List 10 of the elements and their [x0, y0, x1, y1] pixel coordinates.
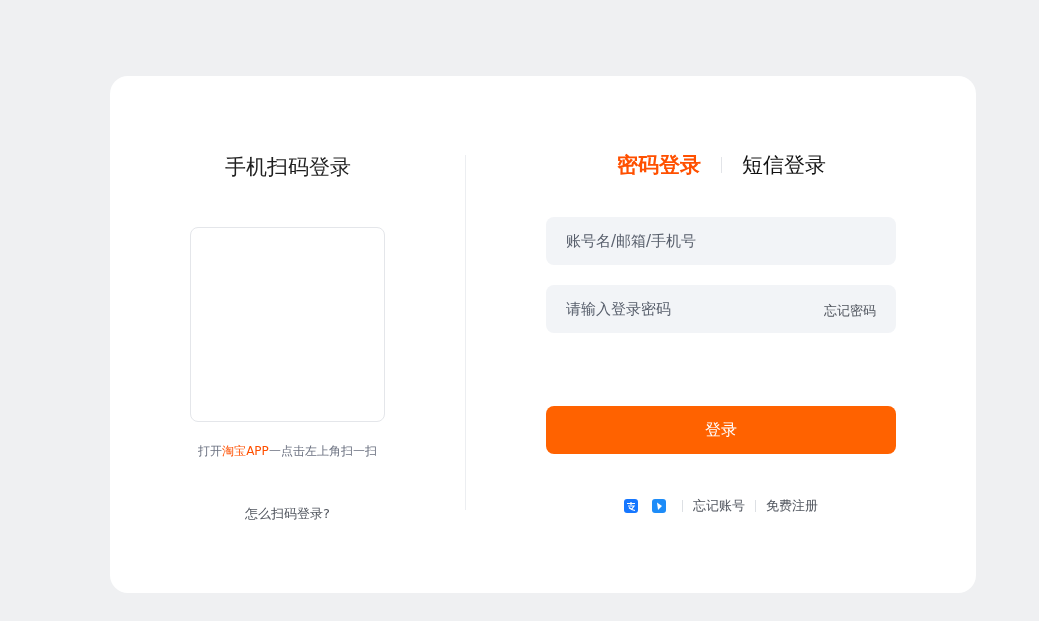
- qr-hint: 打开淘宝APP一点击左上角扫一扫: [198, 443, 377, 460]
- chat-app-icon[interactable]: [652, 498, 666, 513]
- footer-link[interactable]: 忘记账号: [693, 496, 745, 516]
- forgot-password-link[interactable]: 忘记密码: [824, 301, 876, 321]
- account-field[interactable]: 账号名/邮箱/手机号: [546, 217, 896, 265]
- help-link[interactable]: 怎么扫码登录?: [245, 504, 330, 524]
- payment-app-icon[interactable]: [624, 498, 638, 513]
- login-tab[interactable]: 短信登录: [741, 150, 826, 180]
- qr-title: 手机扫码登录: [224, 154, 351, 181]
- footer-link[interactable]: 免费注册: [766, 496, 818, 516]
